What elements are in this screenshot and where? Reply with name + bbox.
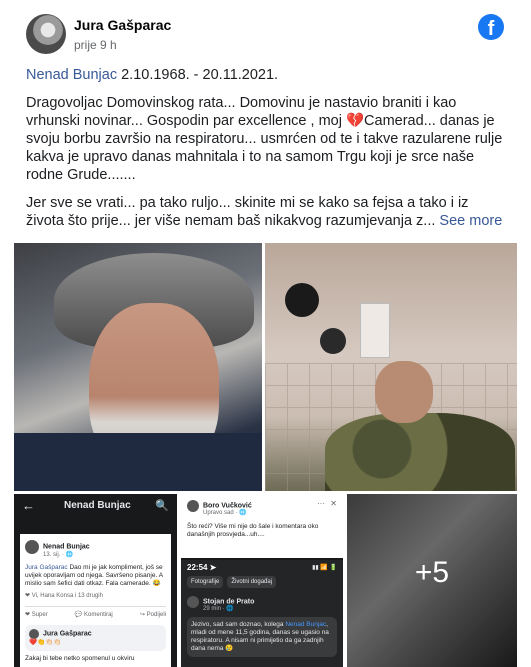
screenshot-1-actions: ❤ Super 💬 Komentiraj ↪ Podijeli bbox=[25, 606, 166, 619]
post-body: Nenad Bunjac 2.10.1968. - 20.11.2021. Dr… bbox=[26, 66, 506, 240]
more-photos-count[interactable]: +5 bbox=[347, 556, 517, 590]
screenshot-1-reply-text: Zakaj bi tebe netko spomenul u okviru bbox=[25, 655, 135, 662]
screenshot-1-reactions: ❤ Vi, Hana Konsa i 13 drugih bbox=[25, 593, 103, 599]
photo-wall-clock-small bbox=[320, 328, 346, 354]
author-avatar[interactable] bbox=[26, 14, 66, 54]
photo-more-overlay[interactable]: +5 bbox=[347, 494, 517, 667]
see-more-link[interactable]: See more bbox=[439, 213, 502, 229]
search-icon: 🔍 bbox=[155, 500, 169, 512]
photo-screenshot-2[interactable]: Boro Vučković Upravo sad · 🌐 ··· ✕ Što r… bbox=[181, 494, 343, 667]
screenshot-1-comment-emoji: ❤️👏👏🏻👏🏻 bbox=[29, 639, 62, 646]
screenshot-1-poster-meta: 13. sij. · 🌐 bbox=[43, 552, 74, 558]
screenshot-2-commenter-meta: 29 min · 🌐 bbox=[203, 606, 234, 612]
screenshot-1-action-share: ↪ Podijeli bbox=[139, 612, 166, 618]
photo-grid: ← Nenad Bunjac 🔍 Nenad Bunjac 13. sij. ·… bbox=[14, 243, 517, 667]
screenshot-1-mention: Jura Gašparac bbox=[25, 564, 68, 571]
post-paragraph-1: Dragovoljac Domovinskog rata... Domovinu… bbox=[26, 94, 506, 184]
screenshot-1-title: Nenad Bunjac bbox=[64, 500, 131, 511]
photo-screenshot-1[interactable]: ← Nenad Bunjac 🔍 Nenad Bunjac 13. sij. ·… bbox=[14, 494, 177, 667]
screenshot-2-meta: Upravo sad · 🌐 bbox=[203, 510, 247, 516]
post-dates: 2.10.1968. - 20.11.2021. bbox=[117, 67, 279, 83]
facebook-logo-icon[interactable]: f bbox=[478, 14, 504, 40]
post-timestamp[interactable]: prije 9 h bbox=[74, 38, 117, 52]
photo-water-heater bbox=[360, 303, 390, 358]
screenshot-2-text: Što reći? Više mi nije do šale i komenta… bbox=[187, 523, 319, 538]
photo-man-portrait[interactable] bbox=[14, 243, 262, 491]
screenshot-2-post: Boro Vučković Upravo sad · 🌐 ··· ✕ Što r… bbox=[181, 494, 343, 558]
back-arrow-icon: ← bbox=[22, 498, 35, 513]
screenshot-1-action-like: ❤ Super bbox=[25, 612, 48, 618]
facebook-post-card: Jura Gašparac prije 9 h f Nenad Bunjac 2… bbox=[14, 0, 517, 667]
avatar bbox=[25, 540, 39, 554]
photo-soldier[interactable] bbox=[265, 243, 517, 491]
screenshot-2-photos-button: Fotografije bbox=[187, 576, 224, 588]
post-paragraph-2: Jer sve se vrati... pa tako ruljo... ski… bbox=[26, 194, 506, 230]
screenshot-1-comment: Jura Gašparac ❤️👏👏🏻👏🏻 bbox=[25, 625, 166, 651]
screenshot-2-comment: Jezivo, sad sam doznao, kolega Nenad Bun… bbox=[187, 617, 337, 657]
screenshot-2-comment-start: Jezivo, sad sam doznao, kolega bbox=[191, 621, 286, 628]
screenshot-1-action-comment: 💬 Komentiraj bbox=[74, 612, 113, 618]
post-header: Jura Gašparac prije 9 h f bbox=[26, 14, 506, 58]
screenshot-1-commenter: Jura Gašparac bbox=[43, 630, 92, 638]
avatar bbox=[187, 596, 199, 608]
screenshot-1-topbar: ← Nenad Bunjac 🔍 bbox=[14, 494, 177, 518]
tagged-person-link[interactable]: Nenad Bunjac bbox=[26, 67, 117, 83]
screenshot-1-poster: Nenad Bunjac bbox=[43, 543, 90, 551]
photo-coat bbox=[14, 433, 262, 491]
screenshot-2-life-event-button: Životni događaj bbox=[227, 576, 277, 588]
avatar bbox=[187, 500, 199, 512]
post-dates-line: Nenad Bunjac 2.10.1968. - 20.11.2021. bbox=[26, 66, 506, 84]
screenshot-2-comments: 22:54 ➤ ▮▮ 📶 🔋 Fotografije Životni događ… bbox=[181, 560, 343, 667]
photo-wall-clock bbox=[285, 283, 319, 317]
photo-soldier-uniform bbox=[325, 413, 515, 491]
photo-soldier-head bbox=[375, 361, 433, 423]
screenshot-2-buttons: Fotografije Životni događaj bbox=[187, 576, 337, 588]
avatar bbox=[29, 629, 39, 639]
broken-heart-icon: 💔 bbox=[345, 113, 365, 129]
screenshot-2-comment-link: Nenad Bunjac bbox=[285, 621, 327, 628]
screenshot-1-text: Jura Gašparac Dao mi je jak kompliment, … bbox=[25, 564, 166, 588]
close-icon: ✕ bbox=[330, 499, 337, 508]
more-options-icon: ··· bbox=[317, 499, 325, 508]
paragraph-2-text: Jer sve se vrati... pa tako ruljo... ski… bbox=[26, 195, 469, 229]
screenshot-1-post: Nenad Bunjac 13. sij. · 🌐 Jura Gašparac … bbox=[20, 534, 171, 667]
status-bar-icons: ▮▮ 📶 🔋 bbox=[312, 565, 337, 571]
author-name[interactable]: Jura Gašparac bbox=[74, 17, 171, 33]
